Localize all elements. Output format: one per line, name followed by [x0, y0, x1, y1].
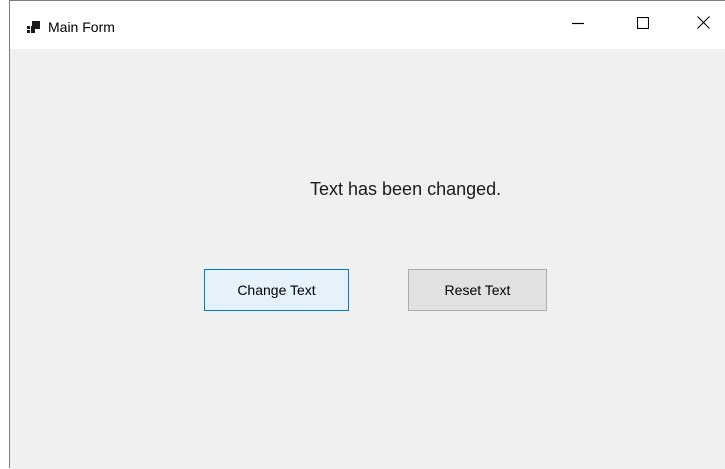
close-icon	[696, 16, 710, 34]
reset-text-button[interactable]: Reset Text	[408, 269, 547, 311]
window-title: Main Form	[48, 19, 115, 35]
minimize-icon	[572, 16, 584, 34]
change-text-button[interactable]: Change Text	[204, 269, 349, 311]
form-client-area: Text has been changed. Change Text Reset…	[10, 49, 725, 469]
maximize-icon	[636, 16, 650, 34]
app-window-icon	[27, 21, 40, 34]
minimize-button[interactable]	[555, 1, 601, 49]
maximize-button[interactable]	[620, 1, 666, 49]
close-button[interactable]	[680, 1, 725, 49]
main-form-window: Main Form Text has been changed. Change …	[9, 0, 725, 469]
message-label: Text has been changed.	[310, 179, 502, 199]
title-bar[interactable]: Main Form	[10, 1, 725, 49]
